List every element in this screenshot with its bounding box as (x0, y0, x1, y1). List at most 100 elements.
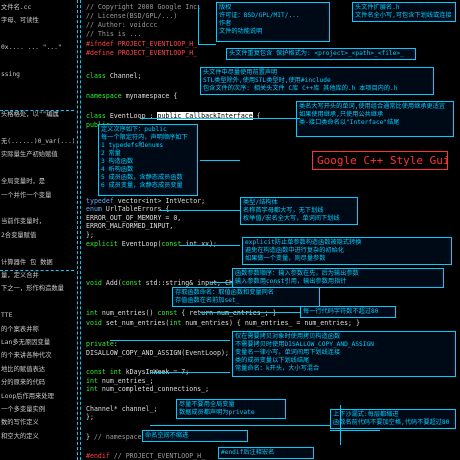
code-line: int num_completed_connections_; (86, 385, 209, 394)
code-token: set_num_entries( (101, 319, 170, 327)
code-token: #endif (86, 452, 110, 460)
note-line: 头文件重复包含 保护格式为: <project>_<path>_<file>_ (229, 50, 404, 57)
note-line: 6 成员变量，含静态成员变量 (101, 182, 183, 189)
code-token: int (86, 385, 98, 393)
note-line: 类-接口类命名以"Interface"结尾 (299, 119, 400, 126)
code-token: // PROJECT_EVENTLOOP_H_ (109, 452, 206, 460)
note-line: 头文件中尽量使用前置声明 (203, 69, 278, 76)
code-token: // License(BSD/GPL/...) (86, 12, 178, 20)
note-line: 类型/结构体 (243, 199, 278, 206)
note-line: 4 析构函数 (101, 166, 134, 173)
left-note-line: 头格格处，以""编属 (1, 111, 59, 119)
note-line: 存值函数在名前加set_ (175, 297, 240, 304)
left-note-line: ssing (1, 71, 20, 78)
left-note-line: 和空大的定义 (1, 432, 39, 440)
code-token: typedef (86, 197, 114, 205)
note-endif: #endif后注释宏名 (218, 447, 314, 459)
note-line: 数据成员都声明为private (179, 409, 255, 416)
code-line: class Channel; (86, 72, 142, 81)
note-line: 变量名一律小写，单词间用下划线连接 (235, 349, 341, 356)
code-token: ERROR_OUT_OF_MEMORY = 0, (86, 214, 182, 222)
note-line: 类名大写开头的单词,使用组合通常比使用继承更适宜 (299, 103, 446, 110)
code-gutter-line (80, 0, 81, 460)
code-token: explicit (86, 240, 118, 248)
code-line: #endif // PROJECT_EVENTLOOP_H_ (86, 452, 205, 460)
code-line: }; (86, 413, 94, 422)
note-private: 仅在需要拷贝对象时使用拷贝构造函数 不需要拷贝时使用DISALLOW_COPY_A… (232, 331, 456, 377)
code-line: private: (86, 340, 118, 349)
note-line: 许可证：BSD/GPL/MIT/... (219, 12, 300, 19)
note-line: 1 typedefs和enums (101, 142, 164, 149)
code-token: { return num_entries_; } (177, 309, 277, 317)
left-note-line: 字母、可读性 (1, 17, 39, 25)
connector-line (110, 340, 230, 341)
code-line: // Author: voidccc (86, 21, 157, 30)
code-line: // This is ... (86, 30, 142, 39)
code-line: }; (86, 231, 94, 240)
code-token: vector<int> IntVector; (113, 197, 206, 205)
connector-line (150, 425, 330, 426)
code-line: #ifndef PROJECT_EVENTLOOP_H_ (86, 40, 197, 49)
left-note-line: 数的写作定义 (1, 419, 39, 427)
note-line-len: 每一行代码字符数不超过80 (300, 306, 396, 318)
left-note-line: 地比的赋值表达 (1, 365, 46, 373)
note-line: STL类型除外,使用STL类型时,使用#include (203, 77, 331, 84)
code-token: class (86, 112, 106, 120)
code-token: Channel; (105, 72, 142, 80)
note-line: 2 常量 (101, 150, 121, 157)
note-line: 定义次序如下：public (101, 126, 167, 133)
note-line: 版权 (219, 4, 232, 11)
left-note-line: 下之一，形作构造数量 (1, 285, 64, 293)
left-note-line: Loop后作用来处理 (1, 392, 54, 400)
left-note-line: 文件名.cc (1, 4, 32, 11)
code-token: num_entries() (97, 309, 158, 317)
note-line: 枚举值/宏名全大写，单词间下划线 (243, 215, 340, 222)
code-token: const (157, 309, 178, 317)
code-line: int num_entries() const { return num_ent… (86, 309, 277, 318)
note-explicit: explicit防止单参数构造函数被隐式转换 避免在构造函数中进行复杂的初始化 如果… (242, 237, 452, 265)
connector-line (180, 245, 240, 246)
connector-line (150, 372, 230, 373)
left-note-line: 一个多变量实例 (1, 406, 46, 413)
code-token: mynamespace { (121, 92, 178, 100)
left-note-line: 实际量生产初始赋值 (1, 151, 58, 159)
code-token: }; (86, 413, 94, 421)
note-include-guard: 头文件重复包含 保护格式为: <project>_<path>_<file>_ (226, 48, 416, 60)
code-token: } (86, 433, 94, 441)
connector-line (160, 210, 240, 211)
connector-line (200, 312, 300, 313)
left-note-line: 2合变量赋值 (1, 231, 37, 239)
code-token: private (86, 340, 114, 348)
code-token: const (161, 240, 182, 248)
note-accessor: 存取函数命名：取值函数和变量同名 存值函数在名前加set_ (172, 287, 320, 307)
note-line: 5 成员函数，含静态成员函数 (101, 174, 183, 181)
code-token: num_entries) { num_entries_ = num_entrie… (181, 319, 360, 327)
note-members: 尽量不要用全局变量 数据成员都声明为private (176, 399, 286, 419)
code-token: Channel* channel_; (86, 405, 158, 413)
note-braces: 上下沙漏式:每层都缩进 函数名前代码不要加空格,代码不要超过80 (330, 409, 456, 429)
code-line: ERROR_MALFORMED_INPUT, (86, 222, 173, 231)
left-divider-1 (0, 110, 74, 111)
left-note-line: 一个并作一个变量 (1, 191, 52, 199)
code-line: enum UrlTableErrors { (86, 205, 169, 214)
connector-line (340, 405, 341, 445)
connector-line (210, 282, 232, 283)
code-token: const (121, 279, 142, 287)
note-line: 存取函数命名：取值函数和变量同名 (175, 289, 274, 296)
note-line: 头文件扩展名.h (355, 4, 400, 11)
left-note-line: Lan多无原因变量 (1, 339, 51, 346)
code-token: int (86, 377, 98, 385)
note-line: 函数名前代码不要加空格,代码不要超过80 (333, 419, 450, 426)
note-line: 如果使用继承,只使用公共继承 (299, 111, 384, 118)
code-token: num_entries_; (97, 377, 154, 385)
left-note-line: 全局变量时，是 (1, 178, 46, 186)
note-forward-decl: 头文件中尽量使用前置声明 STL类型除外,使用STL类型时,使用#include 包… (200, 67, 434, 95)
note-line: 3 构造函数 (101, 158, 134, 165)
code-token: : (113, 340, 118, 348)
code-line: DISALLOW_COPY_AND_ASSIGN(EventLoop); (86, 349, 229, 358)
note-params: 函数参数顺序：输入参数在先，后为输出参数 输入参数用const引用，输出参数用指针 (232, 268, 444, 288)
note-line: #endif后注释宏名 (221, 449, 275, 456)
left-note-line: 的个来讲各种代次 (1, 352, 52, 360)
connector-line (198, 5, 199, 45)
left-divider-2 (0, 270, 74, 271)
